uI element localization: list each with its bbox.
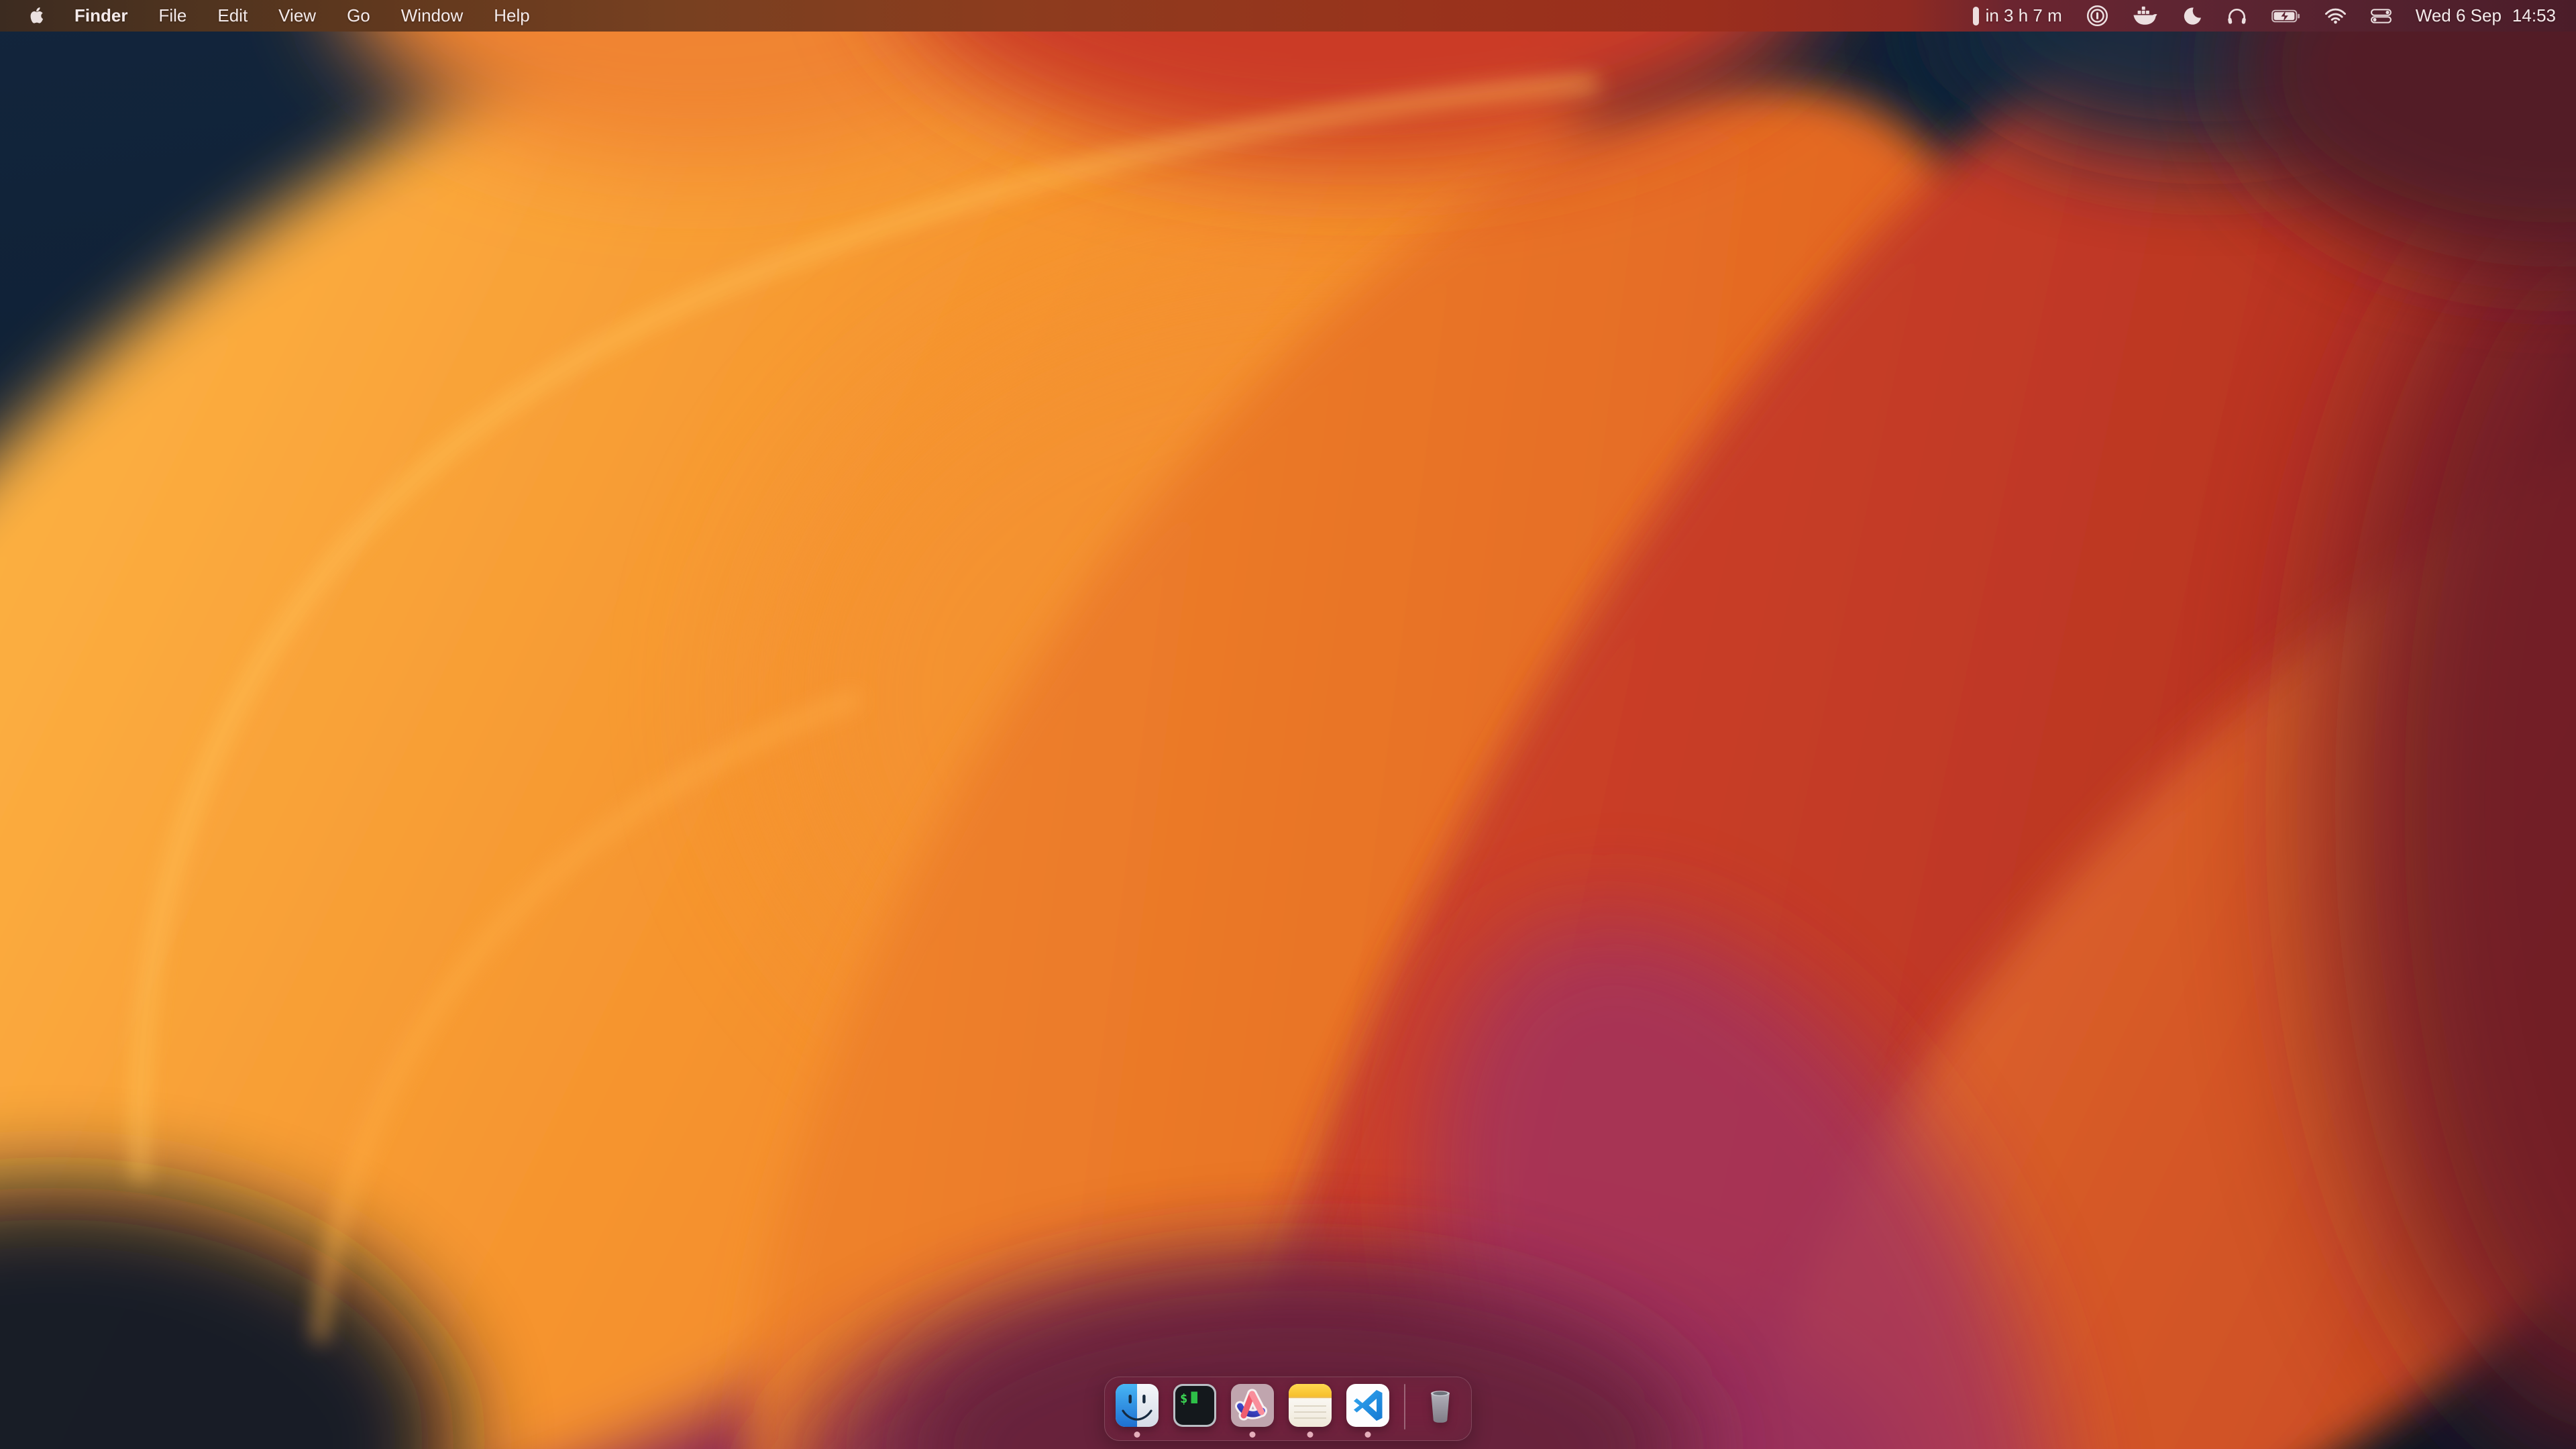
menu-bar-left: Finder File Edit View Go Window Help <box>30 5 530 26</box>
menu-window[interactable]: Window <box>401 5 463 26</box>
dock-item-finder[interactable] <box>1116 1384 1159 1427</box>
arc-browser-icon <box>1231 1384 1274 1427</box>
1password-icon <box>2086 5 2108 27</box>
trash-icon <box>1420 1384 1460 1427</box>
control-center-icon <box>2371 9 2392 23</box>
battery-status-item[interactable] <box>2271 9 2300 23</box>
notes-icon <box>1289 1384 1332 1427</box>
dock-item-trash[interactable] <box>1420 1384 1460 1427</box>
dock-item-notes[interactable] <box>1289 1384 1332 1427</box>
headphones-icon <box>2226 6 2247 26</box>
dock-separator <box>1404 1384 1405 1430</box>
menu-bar-clock[interactable]: Wed 6 Sep 14:53 <box>2416 5 2556 26</box>
focus-moon-icon <box>2182 6 2202 26</box>
desktop: Finder File Edit View Go Window Help in … <box>0 0 2576 1449</box>
menu-go[interactable]: Go <box>347 5 370 26</box>
docker-status-item[interactable] <box>2133 5 2158 26</box>
terminal-prompt: $ <box>1180 1391 1187 1406</box>
menu-view[interactable]: View <box>278 5 316 26</box>
timer-status-item[interactable]: in 3 h 7 m <box>1973 5 2062 26</box>
dock-item-vscode[interactable] <box>1346 1384 1389 1427</box>
apple-menu[interactable] <box>30 7 44 24</box>
finder-icon <box>1116 1384 1159 1427</box>
wifi-icon <box>2324 8 2347 24</box>
dock-item-terminal[interactable]: $ <box>1173 1384 1216 1427</box>
1password-status-item[interactable] <box>2086 5 2108 27</box>
wifi-status-item[interactable] <box>2324 8 2347 24</box>
menu-bar: Finder File Edit View Go Window Help in … <box>0 0 2576 32</box>
dock: $ <box>1104 1377 1472 1441</box>
active-app-name[interactable]: Finder <box>74 5 127 26</box>
dock-item-arc[interactable] <box>1231 1384 1274 1427</box>
running-indicator <box>1250 1432 1256 1438</box>
menu-help[interactable]: Help <box>494 5 529 26</box>
running-indicator <box>1134 1432 1140 1438</box>
timer-pill-icon <box>1973 7 1979 25</box>
clock-date: Wed 6 Sep <box>2416 5 2502 26</box>
running-indicator <box>1365 1432 1371 1438</box>
audio-status-item[interactable] <box>2226 6 2247 26</box>
apple-logo-icon <box>30 7 44 24</box>
vscode-icon <box>1346 1384 1389 1427</box>
menu-file[interactable]: File <box>158 5 186 26</box>
timer-label: in 3 h 7 m <box>1986 5 2062 26</box>
menu-bar-status: in 3 h 7 m <box>1973 5 2556 27</box>
running-indicator <box>1307 1432 1313 1438</box>
wallpaper <box>0 0 2576 1449</box>
docker-icon <box>2133 5 2158 26</box>
battery-charging-icon <box>2271 9 2300 23</box>
control-center-status-item[interactable] <box>2371 9 2392 23</box>
menu-edit[interactable]: Edit <box>217 5 248 26</box>
clock-time: 14:53 <box>2512 5 2556 26</box>
terminal-icon: $ <box>1173 1384 1216 1427</box>
focus-status-item[interactable] <box>2182 6 2202 26</box>
